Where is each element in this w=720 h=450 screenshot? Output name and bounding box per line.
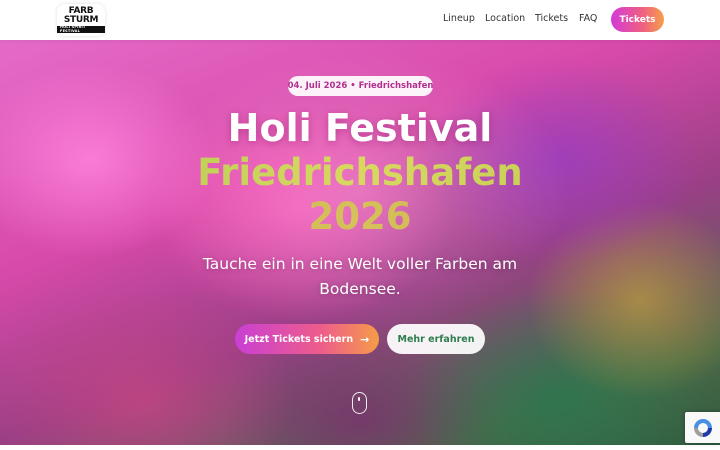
nav-link-location[interactable]: Location [485,13,525,24]
hero-subtitle: Tauche ein in eine Welt voller Farben am… [202,255,518,298]
buy-tickets-label: Jetzt Tickets sichern [244,333,354,345]
nav-link-tickets[interactable]: Tickets [535,13,568,24]
header-tickets-button[interactable]: Tickets [611,7,664,32]
hero-background-image [0,40,720,445]
farbsturm-logo[interactable]: FARB STURM HOLI SPIRIT FESTIVAL [57,4,105,36]
hero-title-line-2: Friedrichshafen [0,151,720,194]
hero-title-line-1: Holi Festival [227,106,493,150]
nav-link-faq[interactable]: FAQ [579,13,597,24]
learn-more-button[interactable]: Mehr erfahren [387,324,485,354]
logo-line-3: HOLI SPIRIT FESTIVAL [57,25,105,33]
logo-line-2: STURM [63,15,99,25]
mouse-scroll-icon[interactable] [352,392,367,414]
hero-section: 04. Juli 2026 • Friedrichshafen Holi Fes… [0,40,720,445]
event-date-badge: 04. Juli 2026 • Friedrichshafen [288,76,433,96]
page-below-hero [0,445,720,450]
recaptcha-badge[interactable] [685,412,720,443]
hero-title-line-3: 2026 [0,195,720,238]
arrow-right-icon: → [360,332,370,346]
site-header: FARB STURM HOLI SPIRIT FESTIVAL Lineup L… [0,0,720,40]
recaptcha-icon [693,418,712,437]
buy-tickets-button[interactable]: Jetzt Tickets sichern → [235,324,379,354]
nav-link-lineup[interactable]: Lineup [443,13,475,24]
